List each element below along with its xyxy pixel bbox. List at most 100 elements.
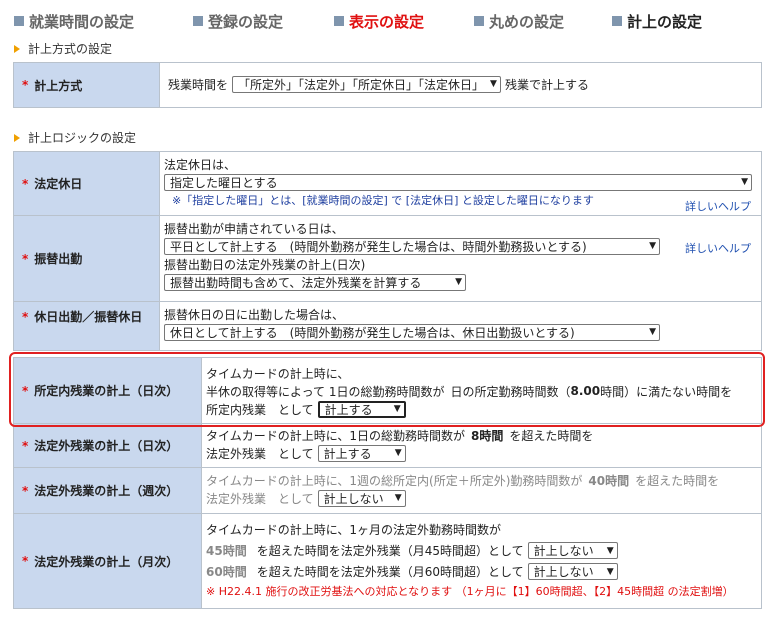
triangle-right-icon	[14, 44, 20, 53]
label-text: 休日出勤／振替休日	[34, 310, 143, 324]
method-prefix: 残業時間を	[168, 77, 229, 92]
select-value: 振替出勤時間も含めて、法定外残業を計算する	[170, 275, 422, 290]
legal-weekly-line2: 法定外残業 として	[206, 491, 314, 506]
tab-label: 丸めの設定	[489, 12, 565, 31]
row-content: タイムカードの計上時に、 半休の取得等によって 1日の総勤務時間数が 日の所定勤…	[202, 358, 761, 423]
method-suffix: 残業で計上する	[504, 77, 589, 92]
chevron-down-icon: ▼	[455, 277, 462, 287]
select-value: 計上しない	[533, 565, 594, 579]
row-label: * 休日出勤／振替休日	[14, 302, 160, 350]
chevron-down-icon: ▼	[394, 493, 402, 503]
legal-monthly-row: * 法定外残業の計上（月次） タイムカードの計上時に、1ヶ月の法定外勤務時間数が…	[14, 514, 761, 608]
section-header-logic: 計上ロジックの設定	[14, 129, 136, 146]
tab-accounting[interactable]: 計上の設定	[612, 10, 702, 32]
help-link[interactable]: 詳しいヘルプ	[685, 240, 751, 256]
required-icon: *	[22, 310, 29, 324]
holiday-line1: 法定休日は、	[164, 157, 237, 172]
within-line2-a: 半休の取得等によって 1日の総勤務時間数が	[206, 384, 445, 399]
legal-daily-line1-b: を超えた時間を	[509, 428, 594, 443]
square-icon	[612, 16, 622, 26]
required-icon: *	[22, 176, 29, 191]
required-icon: *	[22, 483, 29, 498]
label-text: 法定外残業の計上（日次）	[34, 439, 179, 453]
chevron-down-icon: ▼	[393, 404, 401, 414]
chevron-down-icon: ▼	[741, 177, 748, 187]
chevron-down-icon: ▼	[649, 327, 656, 337]
row-content: 振替出勤が申請されている日は、 平日として計上する (時間外勤務が発生した場合は…	[160, 216, 761, 301]
required-icon: *	[22, 554, 29, 568]
required-icon: *	[22, 383, 29, 398]
method-row: * 計上方式 残業時間を 「所定外」「法定外」「所定休日」「法定休日」 ▼ 残業…	[14, 63, 761, 107]
row-label: * 振替出勤	[14, 216, 160, 301]
row-content: 振替休日の日に出勤した場合は、 休日として計上する (時間外勤務が発生した場合は…	[160, 302, 761, 350]
tab-label: 就業時間の設定	[29, 12, 135, 31]
method-select[interactable]: 「所定外」「法定外」「所定休日」「法定休日」 ▼	[232, 75, 501, 93]
required-icon: *	[22, 78, 29, 92]
select-value: 計上しない	[533, 544, 594, 558]
tab-work-hours[interactable]: 就業時間の設定	[14, 10, 134, 32]
legal-monthly-select-45[interactable]: 計上しない ▼	[527, 542, 618, 559]
within-line1: タイムカードの計上時に、	[206, 366, 350, 381]
substitute-overtime-select[interactable]: 振替出勤時間も含めて、法定外残業を計算する ▼	[164, 273, 466, 291]
substitute-select[interactable]: 平日として計上する (時間外勤務が発生した場合は、時間外勤務扱いとする) ▼	[164, 237, 660, 255]
row-label: * 計上方式	[14, 63, 160, 107]
legal-daily-line2: 法定外残業 として	[206, 446, 314, 461]
chevron-down-icon: ▼	[490, 79, 497, 89]
select-value: 計上する	[324, 402, 373, 417]
select-value: 「所定外」「法定外」「所定休日」「法定休日」	[238, 77, 485, 92]
chevron-down-icon: ▼	[606, 545, 614, 556]
legal-monthly-select-60[interactable]: 計上しない ▼	[527, 563, 618, 580]
label-text: 法定休日	[34, 177, 83, 191]
required-icon: *	[22, 251, 29, 266]
select-value: 計上する	[323, 446, 372, 461]
tab-registration[interactable]: 登録の設定	[193, 10, 283, 32]
row-content: 残業時間を 「所定外」「法定外」「所定休日」「法定休日」 ▼ 残業で計上する	[160, 63, 761, 107]
chevron-down-icon: ▼	[649, 241, 656, 251]
legal-monthly-text-45: を超えた時間を法定外残業（月45時間超）として	[256, 544, 524, 558]
overtime-table: * 所定内残業の計上（日次） タイムカードの計上時に、 半休の取得等によって 1…	[13, 357, 762, 609]
holiday-note: ※「指定した曜日」とは、[就業時間の設定] で [法定休日] と設定した曜日にな…	[172, 194, 594, 207]
logic-table: * 法定休日 法定休日は、 指定した曜日とする ▼ ※「指定した曜日」とは、[就…	[13, 151, 762, 351]
holiday-row: * 法定休日 法定休日は、 指定した曜日とする ▼ ※「指定した曜日」とは、[就…	[14, 152, 761, 216]
legal-weekly-line1-b: を超えた時間を	[635, 473, 720, 488]
select-value: 計上しない	[323, 491, 384, 506]
within-line2-b: 日の所定勤務時間数（	[450, 384, 571, 399]
within-daily-select[interactable]: 計上する ▼	[317, 400, 406, 418]
tab-label: 表示の設定	[349, 12, 425, 31]
legal-daily-line1-a: タイムカードの計上時に、1日の総勤務時間数が	[206, 428, 466, 443]
triangle-right-icon	[14, 133, 20, 142]
chevron-down-icon: ▼	[606, 566, 614, 577]
legal-weekly-select[interactable]: 計上しない ▼	[317, 489, 406, 507]
row-label: * 法定外残業の計上（日次）	[14, 424, 202, 467]
holiday-select[interactable]: 指定した曜日とする ▼	[164, 173, 752, 191]
legal-monthly-note: ※ H22.4.1 施行の改正労基法への対応となります （1ヶ月に【1】60時間…	[206, 585, 734, 598]
row-label: * 法定休日	[14, 152, 160, 215]
label-text: 振替出勤	[34, 252, 83, 266]
help-link[interactable]: 詳しいヘルプ	[685, 198, 751, 214]
legal-monthly-hours-60: 60時間	[206, 565, 247, 579]
holiday-work-select[interactable]: 休日として計上する (時間外勤務が発生した場合は、休日出勤扱いとする) ▼	[164, 323, 660, 341]
tab-bar: 就業時間の設定 登録の設定 表示の設定 丸めの設定 計上の設定	[0, 0, 769, 36]
legal-daily-select[interactable]: 計上する ▼	[317, 444, 406, 462]
tab-label: 登録の設定	[208, 12, 284, 31]
substitute-line2: 振替出勤日の法定外残業の計上(日次)	[164, 257, 366, 272]
chevron-down-icon: ▼	[394, 448, 402, 458]
legal-weekly-row: * 法定外残業の計上（週次） タイムカードの計上時に、1週の総所定内(所定＋所定…	[14, 468, 761, 514]
legal-monthly-line1: タイムカードの計上時に、1ヶ月の法定外勤務時間数が	[206, 522, 502, 537]
section-title: 計上ロジックの設定	[28, 131, 137, 145]
within-line2-c: 時間）に満たない時間を	[600, 384, 733, 399]
row-label: * 所定内残業の計上（日次）	[14, 358, 202, 423]
label-text: 法定外残業の計上（月次）	[34, 554, 179, 569]
row-label: * 法定外残業の計上（月次）	[14, 514, 202, 608]
tab-rounding[interactable]: 丸めの設定	[474, 10, 564, 32]
row-content: タイムカードの計上時に、1ヶ月の法定外勤務時間数が 45時間 を超えた時間を法定…	[202, 514, 761, 608]
row-content: 法定休日は、 指定した曜日とする ▼ ※「指定した曜日」とは、[就業時間の設定]…	[160, 152, 761, 215]
select-value: 指定した曜日とする	[170, 175, 278, 190]
tab-label: 計上の設定	[627, 12, 703, 31]
select-value: 休日として計上する (時間外勤務が発生した場合は、休日出勤扱いとする)	[170, 325, 575, 340]
section-title: 計上方式の設定	[28, 42, 113, 56]
legal-daily-row: * 法定外残業の計上（日次） タイムカードの計上時に、1日の総勤務時間数が 8時…	[14, 424, 761, 468]
tab-display[interactable]: 表示の設定	[334, 10, 424, 32]
label-text: 所定内残業の計上（日次）	[34, 384, 179, 398]
within-line3: 所定内残業 として	[206, 402, 314, 417]
